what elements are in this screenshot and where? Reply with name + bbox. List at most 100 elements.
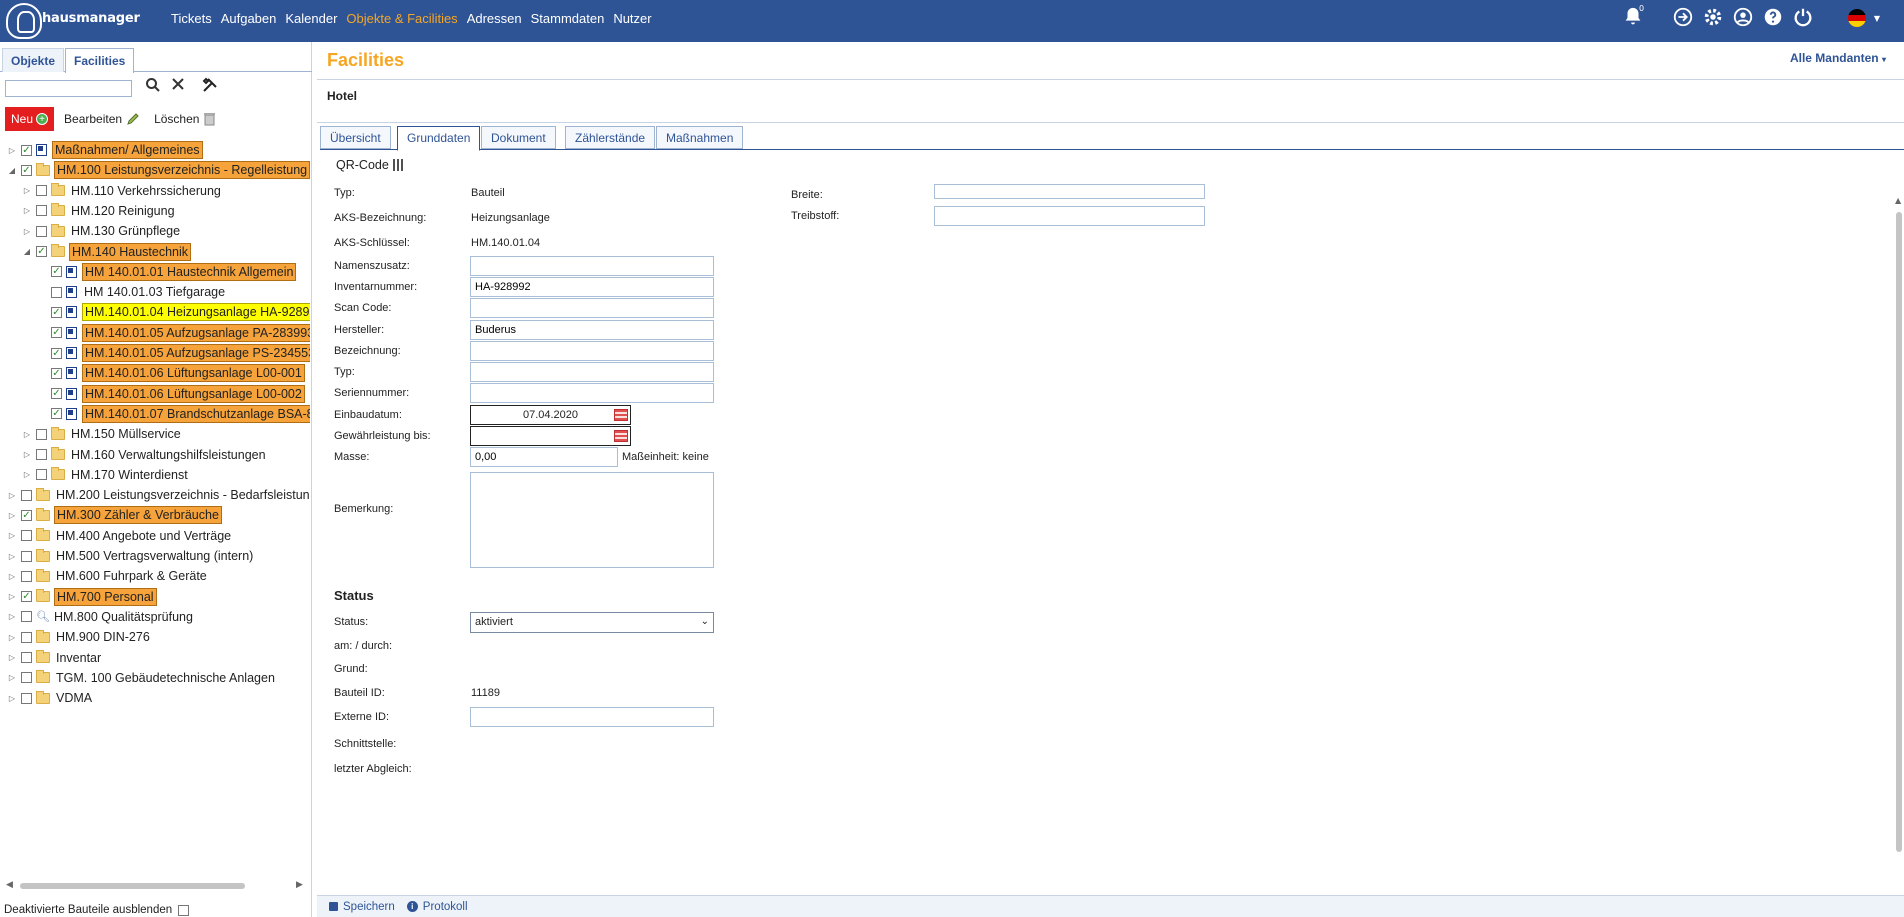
save-button[interactable]: Speichern [329, 901, 395, 913]
scroll-right-icon[interactable]: ▶ [296, 880, 303, 890]
hide-deactivated-checkbox[interactable] [178, 904, 190, 916]
tree-item[interactable]: ▷ HM.110 Verkehrssicherung [21, 181, 223, 201]
expand-icon[interactable]: ▷ [6, 653, 18, 662]
tree-item[interactable]: ▷ HM.150 Müllservice [21, 424, 183, 444]
language-flag-icon[interactable] [1848, 9, 1866, 27]
power-icon[interactable] [1792, 6, 1814, 28]
qr-code-icon[interactable] [392, 159, 405, 171]
tree-item-checkbox[interactable]: ✓ [36, 246, 47, 257]
gewaehrleistung-input[interactable] [470, 426, 631, 446]
scroll-left-icon[interactable]: ◀ [6, 880, 13, 890]
tree-item[interactable]: ▷ HM.900 DIN-276 [6, 627, 152, 647]
nav-nutzer[interactable]: Nutzer [613, 11, 651, 26]
masse-input[interactable] [470, 447, 618, 467]
tree-item-checkbox[interactable]: ✓ [51, 347, 62, 359]
nav-tickets[interactable]: Tickets [171, 11, 212, 26]
tree-item[interactable]: ▷ ✓ Maßnahmen/ Allgemeines [6, 140, 203, 160]
mandanten-select[interactable]: Alle Mandanten ▾ [1790, 51, 1886, 65]
vertical-scrollbar[interactable]: ▲ [1894, 162, 1904, 882]
expand-icon[interactable]: ▷ [21, 450, 33, 459]
expand-icon[interactable]: ▷ [6, 633, 18, 642]
tree-item-checkbox[interactable] [36, 469, 47, 481]
nav-kalender[interactable]: Kalender [285, 11, 337, 26]
tree-search-input[interactable] [5, 80, 132, 97]
tree-item-checkbox[interactable]: ✓ [51, 327, 62, 339]
tree-item-checkbox[interactable]: ✓ [21, 144, 32, 156]
tree-item-checkbox[interactable] [21, 692, 32, 704]
tab-facilities[interactable]: Facilities [65, 48, 135, 73]
tree-item[interactable]: ✓ HM.140.01.05 Aufzugsanlage PA-283993 [36, 323, 310, 343]
horizontal-scrollbar[interactable]: ◀ ▶ [6, 880, 306, 892]
nav-aufgaben[interactable]: Aufgaben [221, 11, 277, 26]
tree-item-checkbox[interactable]: ✓ [51, 408, 62, 420]
tree-item-checkbox[interactable]: ✓ [21, 509, 32, 521]
clear-icon[interactable] [171, 77, 185, 95]
expand-icon[interactable]: ▷ [21, 206, 33, 215]
tree-item-checkbox[interactable] [21, 672, 32, 684]
calendar-icon[interactable] [614, 409, 628, 421]
chevron-down-icon[interactable]: ▼ [1874, 14, 1880, 23]
inventarnummer-input[interactable] [470, 277, 714, 297]
expand-icon[interactable]: ▷ [6, 552, 18, 561]
tree-item-checkbox[interactable] [21, 489, 32, 501]
collapse-icon[interactable]: ◢ [6, 166, 18, 175]
hersteller-input[interactable] [470, 320, 714, 340]
collapse-icon[interactable]: ◢ [21, 247, 33, 256]
seriennummer-input[interactable] [470, 383, 714, 403]
calendar-icon[interactable] [614, 430, 628, 442]
login-icon[interactable] [1672, 6, 1694, 28]
delete-button[interactable]: Löschen [154, 112, 216, 126]
tree-item-checkbox[interactable]: ✓ [51, 388, 62, 400]
tree-item[interactable]: ▷ TGM. 100 Gebäudetechnische Anlagen [6, 668, 277, 688]
tree-item[interactable]: ▷ HM.500 Vertragsverwaltung (intern) [6, 546, 255, 566]
tree-item[interactable]: ✓ HM 140.01.01 Haustechnik Allgemein [36, 262, 297, 282]
nav-adressen[interactable]: Adressen [467, 11, 522, 26]
scrollbar-thumb[interactable] [1896, 212, 1902, 852]
breite-input[interactable] [934, 184, 1205, 199]
tree-item-checkbox[interactable]: ✓ [51, 367, 62, 379]
nav-objekte-facilities[interactable]: Objekte & Facilities [346, 11, 457, 26]
tree-item-checkbox[interactable] [36, 185, 47, 197]
expand-icon[interactable]: ▷ [6, 694, 18, 703]
edit-button[interactable]: Bearbeiten [64, 112, 140, 126]
tree-item[interactable]: ✓ HM.140.01.05 Aufzugsanlage PS-234553 [36, 343, 310, 363]
tab-massnahmen[interactable]: Maßnahmen [656, 126, 744, 149]
expand-icon[interactable]: ▷ [6, 673, 18, 682]
scan-code-input[interactable] [470, 298, 714, 318]
tree-item-checkbox[interactable] [21, 652, 32, 663]
tree-item[interactable]: ◢ ✓ HM.140 Haustechnik [21, 242, 192, 262]
app-logo[interactable]: hausmanager [6, 2, 166, 40]
tree-item[interactable]: ✓ HM.140.01.06 Lüftungsanlage L00-001 [36, 363, 305, 383]
expand-icon[interactable]: ▷ [6, 491, 18, 500]
tree-item[interactable]: ▷ HM.120 Reinigung [21, 201, 177, 221]
expand-icon[interactable]: ▷ [6, 511, 18, 520]
status-select[interactable]: aktiviert ⌄ [470, 612, 714, 633]
tab-dokument[interactable]: Dokument [481, 126, 556, 149]
bezeichnung-input[interactable] [470, 341, 714, 361]
scroll-up-icon[interactable]: ▲ [1895, 196, 1901, 205]
tree-item[interactable]: ▷ HM.130 Grünpflege [21, 221, 182, 241]
expand-icon[interactable]: ▷ [6, 531, 18, 540]
tree-item[interactable]: ◢ ✓ HM.100 Leistungsverzeichnis - Regellei… [6, 160, 310, 180]
tree-item-checkbox[interactable] [21, 611, 32, 623]
tree-item[interactable]: ▷ HM.400 Angebote und Verträge [6, 526, 233, 546]
expand-icon[interactable]: ▷ [21, 470, 33, 479]
tree-item[interactable]: ▷ ✓ HM.700 Personal [6, 587, 157, 607]
tree-item[interactable]: ▷ VDMA [6, 688, 94, 708]
expand-icon[interactable]: ▷ [6, 612, 18, 621]
tree-item[interactable]: ✓ HM.140.01.04 Heizungsanlage HA-92899 [36, 302, 310, 322]
einbaudatum-input[interactable]: 07.04.2020 [470, 405, 631, 425]
tab-uebersicht[interactable]: Übersicht [320, 126, 391, 149]
tree-item-checkbox[interactable] [21, 550, 32, 562]
tree-item[interactable]: HM 140.01.03 Tiefgarage [36, 282, 227, 302]
tree-item-checkbox[interactable]: ✓ [51, 306, 62, 318]
expand-icon[interactable]: ▷ [21, 186, 33, 195]
search-icon[interactable] [145, 77, 161, 97]
namenszusatz-input[interactable] [470, 256, 714, 276]
tab-grunddaten[interactable]: Grunddaten [397, 126, 481, 151]
gear-icon[interactable] [1702, 6, 1724, 28]
tree-item[interactable]: ▷ HM.200 Leistungsverzeichnis - Bedarfsle… [6, 485, 310, 505]
scrollbar-thumb[interactable] [20, 883, 245, 889]
nav-stammdaten[interactable]: Stammdaten [531, 11, 605, 26]
protocol-button[interactable]: i Protokoll [406, 901, 468, 913]
